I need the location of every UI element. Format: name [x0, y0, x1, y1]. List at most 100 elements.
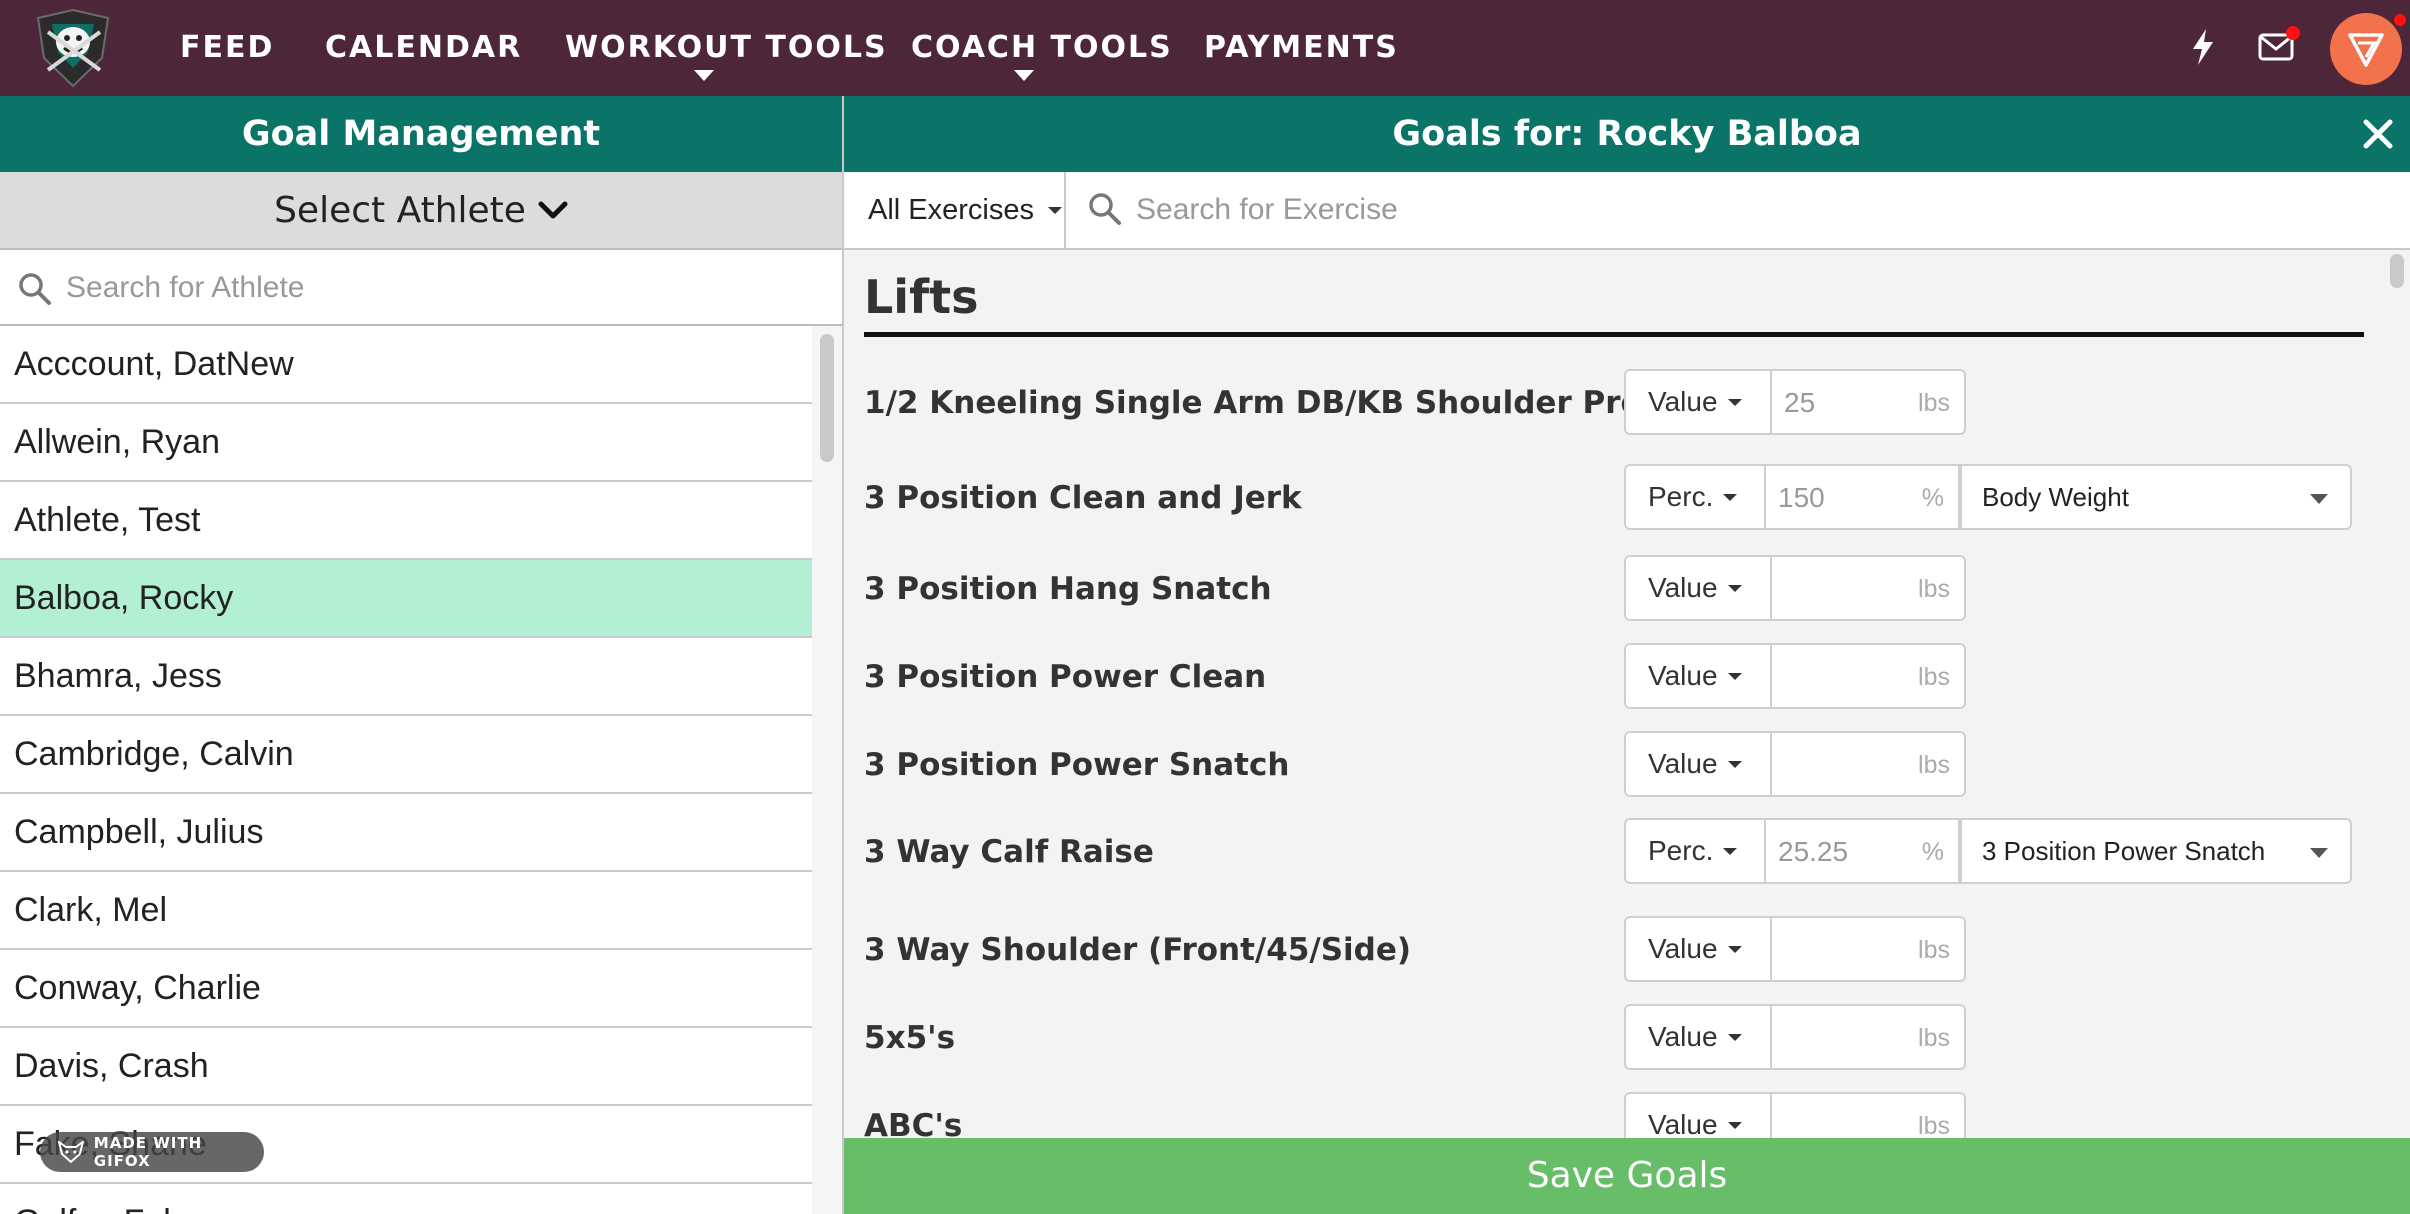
goal-value-field[interactable]: lbs — [1770, 555, 1966, 621]
avatar[interactable] — [2330, 13, 2402, 85]
goal-value-field[interactable]: lbs — [1770, 369, 1966, 435]
goal-row: 3 Way Calf Raise Perc. % 3 Position Powe… — [844, 817, 2382, 887]
exercise-name: 3 Position Power Snatch — [864, 747, 1290, 783]
nav-payments[interactable]: PAYMENTS — [1204, 28, 1399, 68]
athlete-search-input[interactable] — [66, 264, 806, 312]
mail-notification-dot — [2286, 26, 2300, 40]
goal-type-label: Value — [1648, 572, 1718, 603]
goal-value-field[interactable]: lbs — [1770, 643, 1966, 709]
unit-label: % — [1921, 484, 1944, 512]
caret-down-icon — [1723, 847, 1738, 855]
goal-value-input[interactable] — [1784, 655, 1914, 699]
athlete-row[interactable]: Cambridge, Calvin — [0, 716, 812, 794]
goal-value-input[interactable] — [1784, 381, 1914, 425]
exercise-filter-label: All Exercises — [868, 193, 1034, 226]
athlete-row[interactable]: Conway, Charlie — [0, 950, 812, 1028]
caret-down-icon — [1727, 398, 1742, 406]
nav-feed[interactable]: FEED — [180, 28, 274, 68]
caret-down-icon — [1727, 760, 1742, 768]
goal-type-label: Value — [1648, 748, 1718, 779]
unit-label: lbs — [1918, 663, 1950, 691]
goal-value-field[interactable]: lbs — [1770, 731, 1966, 797]
caret-down-icon — [1727, 1121, 1742, 1129]
goal-value-input[interactable] — [1784, 928, 1914, 972]
exercise-search-input[interactable] — [1136, 186, 2336, 234]
exercise-filter-dropdown[interactable]: All Exercises — [844, 172, 1066, 248]
goal-value-input[interactable] — [1784, 1104, 1914, 1138]
goals-title: Goals for: Rocky Balboa — [844, 96, 2410, 172]
athlete-row-selected[interactable]: Balboa, Rocky — [0, 560, 812, 638]
exercise-name: ABC's — [864, 1108, 963, 1138]
goal-type-label: Value — [1648, 1021, 1718, 1052]
goal-row: 3 Position Clean and Jerk Perc. % Body W… — [844, 463, 2382, 533]
athlete-row[interactable]: Acccount, DatNew — [0, 326, 812, 404]
goal-row: ABC's Value lbs — [844, 1091, 2382, 1138]
goal-type-select[interactable]: Value — [1624, 369, 1772, 435]
athlete-row[interactable]: Bhamra, Jess — [0, 638, 812, 716]
goal-row: 5x5's Value lbs — [844, 1003, 2382, 1073]
reference-exercise-select[interactable]: 3 Position Power Snatch — [1960, 818, 2352, 884]
search-icon — [1089, 193, 1121, 225]
goal-management-title: Goal Management — [0, 96, 842, 172]
goal-value-field[interactable]: lbs — [1770, 1004, 1966, 1070]
exercise-name: 1/2 Kneeling Single Arm DB/KB Shoulder P… — [864, 385, 1679, 421]
chevron-down-icon — [538, 201, 568, 219]
nav-calendar[interactable]: CALENDAR — [325, 28, 522, 68]
save-goals-button[interactable]: Save Goals — [844, 1138, 2410, 1214]
goal-type-label: Value — [1648, 386, 1718, 417]
reference-exercise-select[interactable]: Body Weight — [1960, 464, 2352, 530]
goal-value-input[interactable] — [1778, 830, 1908, 874]
goal-value-input[interactable] — [1784, 743, 1914, 787]
athlete-row[interactable]: Golfer, Fake — [0, 1184, 812, 1214]
watermark-text: MADE WITH GIFOX — [93, 1134, 203, 1170]
athlete-list-scroll-thumb[interactable] — [820, 334, 834, 462]
athlete-row[interactable]: Davis, Crash — [0, 1028, 812, 1106]
section-divider — [864, 332, 2364, 337]
close-icon[interactable] — [2360, 116, 2396, 152]
goal-value-field[interactable]: lbs — [1770, 1092, 1966, 1138]
goal-type-select[interactable]: Value — [1624, 1004, 1772, 1070]
unit-label: lbs — [1918, 751, 1950, 779]
top-nav: FEED CALENDAR WORKOUT TOOLS COACH TOOLS … — [0, 0, 2410, 96]
caret-down-icon — [1727, 584, 1742, 592]
select-athlete-dropdown[interactable]: Select Athlete — [0, 172, 842, 250]
exercise-name: 5x5's — [864, 1020, 956, 1056]
unit-label: lbs — [1918, 1024, 1950, 1052]
team-logo-icon[interactable] — [30, 6, 116, 90]
unit-label: lbs — [1918, 575, 1950, 603]
goal-type-label: Value — [1648, 1109, 1718, 1138]
goal-type-label: Perc. — [1648, 481, 1714, 512]
goal-type-select[interactable]: Value — [1624, 1092, 1772, 1138]
goals-scrollbar[interactable] — [2382, 250, 2410, 1138]
gifox-watermark: MADE WITH GIFOX — [40, 1132, 264, 1172]
lightning-icon[interactable] — [2188, 24, 2218, 70]
athlete-row[interactable]: Allwein, Ryan — [0, 404, 812, 482]
unit-label: lbs — [1918, 936, 1950, 964]
reference-exercise-label: Body Weight — [1982, 481, 2129, 512]
exercise-name: 3 Position Clean and Jerk — [864, 480, 1302, 516]
nav-coach-tools[interactable]: COACH TOOLS — [911, 28, 1173, 68]
unit-label: lbs — [1918, 389, 1950, 417]
goal-type-select[interactable]: Value — [1624, 731, 1772, 797]
reference-exercise-label: 3 Position Power Snatch — [1982, 835, 2266, 866]
goal-row: 3 Position Power Snatch Value lbs — [844, 730, 2382, 800]
nav-workout-tools[interactable]: WORKOUT TOOLS — [565, 28, 888, 68]
goal-value-field[interactable]: lbs — [1770, 916, 1966, 982]
goal-value-field[interactable]: % — [1764, 818, 1960, 884]
goal-value-field[interactable]: % — [1764, 464, 1960, 530]
goal-row: 3 Position Hang Snatch Value lbs — [844, 554, 2382, 624]
goal-type-select[interactable]: Value — [1624, 916, 1772, 982]
athlete-row[interactable]: Campbell, Julius — [0, 794, 812, 872]
goal-type-select[interactable]: Perc. — [1624, 464, 1766, 530]
athlete-row[interactable]: Athlete, Test — [0, 482, 812, 560]
goal-type-select[interactable]: Value — [1624, 643, 1772, 709]
goal-type-select[interactable]: Value — [1624, 555, 1772, 621]
goal-value-input[interactable] — [1784, 567, 1914, 611]
goal-type-select[interactable]: Perc. — [1624, 818, 1766, 884]
caret-down-icon — [1727, 672, 1742, 680]
goal-value-input[interactable] — [1778, 476, 1908, 520]
goal-value-input[interactable] — [1784, 1016, 1914, 1060]
athlete-row[interactable]: Clark, Mel — [0, 872, 812, 950]
goals-scroll-thumb[interactable] — [2390, 254, 2404, 288]
goal-row: 3 Position Power Clean Value lbs — [844, 642, 2382, 712]
